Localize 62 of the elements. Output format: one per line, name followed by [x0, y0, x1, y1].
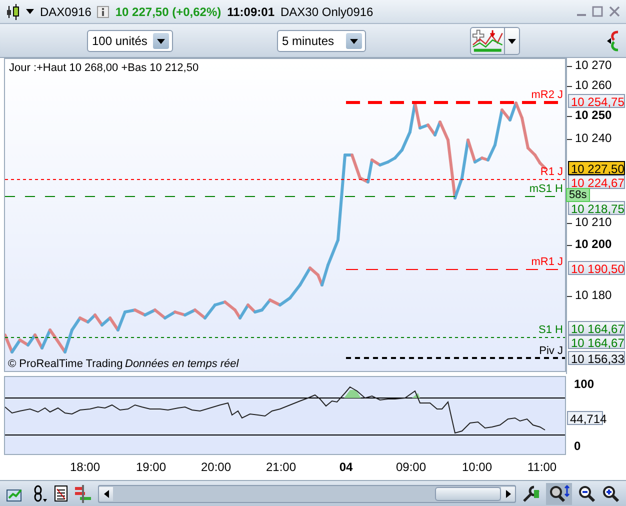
price-axis-label: 10 250 — [575, 109, 612, 122]
price-axis-label: 10 240 — [575, 132, 612, 145]
pivot-level-label: S1 H — [538, 324, 563, 336]
time-axis-label: 10:00 — [462, 460, 492, 474]
price-level-label: 10 254,75 — [568, 94, 625, 108]
horizontal-scrollbar[interactable] — [98, 484, 516, 502]
candle-countdown: 58s — [566, 188, 590, 202]
price-level-label: 10 164,67 — [568, 335, 625, 349]
price-axis-label: 10 200 — [575, 238, 612, 251]
pivot-level-label: mR2 J — [531, 89, 563, 101]
current-price-label: 10 227,50 — [568, 161, 625, 175]
daily-high-low-info: Jour :+Haut 10 268,00 +Bas 10 212,50 — [9, 62, 199, 74]
time-axis-label: 04 — [339, 460, 353, 474]
refresh-icon[interactable] — [606, 29, 620, 53]
price-axis-label: 10 210 — [575, 216, 612, 229]
time-axis-label: 09:00 — [396, 460, 426, 474]
maximize-icon[interactable] — [592, 6, 603, 17]
info-icon[interactable] — [97, 6, 110, 18]
pivot-level-label: Piv J — [539, 345, 563, 357]
price-level-label: 10 218,75 — [568, 201, 625, 215]
price-axis-label: 10 260 — [575, 79, 612, 92]
symbol-name: DAX0916 — [40, 4, 92, 18]
scroll-right-icon[interactable] — [506, 490, 510, 498]
caret-icon[interactable] — [350, 38, 358, 44]
time-axis-label: 21:00 — [266, 460, 296, 474]
caret-icon[interactable] — [157, 38, 165, 44]
period-select[interactable]: 5 minutes — [277, 30, 366, 52]
quantity-select[interactable]: 100 unités — [87, 30, 173, 52]
time-axis-label: 20:00 — [200, 460, 232, 474]
price-level-label: 10 224,67 — [568, 175, 625, 189]
wrench-icon[interactable] — [522, 484, 540, 502]
price-level-label: 10 190,50 — [568, 261, 625, 275]
time-axis-label: 11:00 — [527, 460, 557, 474]
last-update-time: 11:09:01 — [227, 4, 274, 18]
add-indicator-button[interactable] — [470, 27, 520, 55]
price-axis-label: 10 270 — [575, 59, 612, 72]
close-icon[interactable] — [609, 6, 620, 17]
copyright-text: © ProRealTime Trading — [8, 358, 123, 370]
oscillator-axis-label: 0 — [574, 440, 581, 453]
caret-icon[interactable] — [504, 28, 519, 54]
instrument-name: DAX30 Only0916 — [280, 4, 374, 18]
price-change: 10 227,50 (+0,62%) — [115, 4, 222, 18]
scroll-thumb[interactable] — [435, 486, 501, 500]
price-axis-label: 10 180 — [575, 289, 612, 302]
zoom-out-icon[interactable] — [578, 484, 596, 502]
pivot-level-label: mS1 H — [529, 183, 563, 195]
price-level-label: 10 156,33 — [568, 351, 625, 365]
scroll-left-icon[interactable] — [104, 490, 108, 498]
time-axis-label: 19:00 — [136, 460, 166, 474]
oscillator-axis-label: 100 — [574, 378, 594, 391]
time-axis-label: 18:00 — [70, 460, 100, 474]
spreadsheet-icon[interactable] — [54, 484, 68, 502]
pivot-level-label: R1 J — [540, 166, 563, 178]
pivot-level-label: mR1 J — [531, 256, 563, 268]
zoom-in-icon[interactable] — [602, 484, 620, 502]
auto-zoom-button[interactable] — [546, 482, 572, 504]
link-icon[interactable] — [32, 484, 48, 502]
candlestick-icon — [6, 4, 20, 20]
dropdown-caret-icon[interactable] — [26, 9, 34, 14]
price-level-label: 10 164,67 — [568, 321, 625, 335]
realtime-data-text: Données en temps réel — [125, 358, 239, 370]
order-book-icon[interactable] — [74, 484, 92, 502]
